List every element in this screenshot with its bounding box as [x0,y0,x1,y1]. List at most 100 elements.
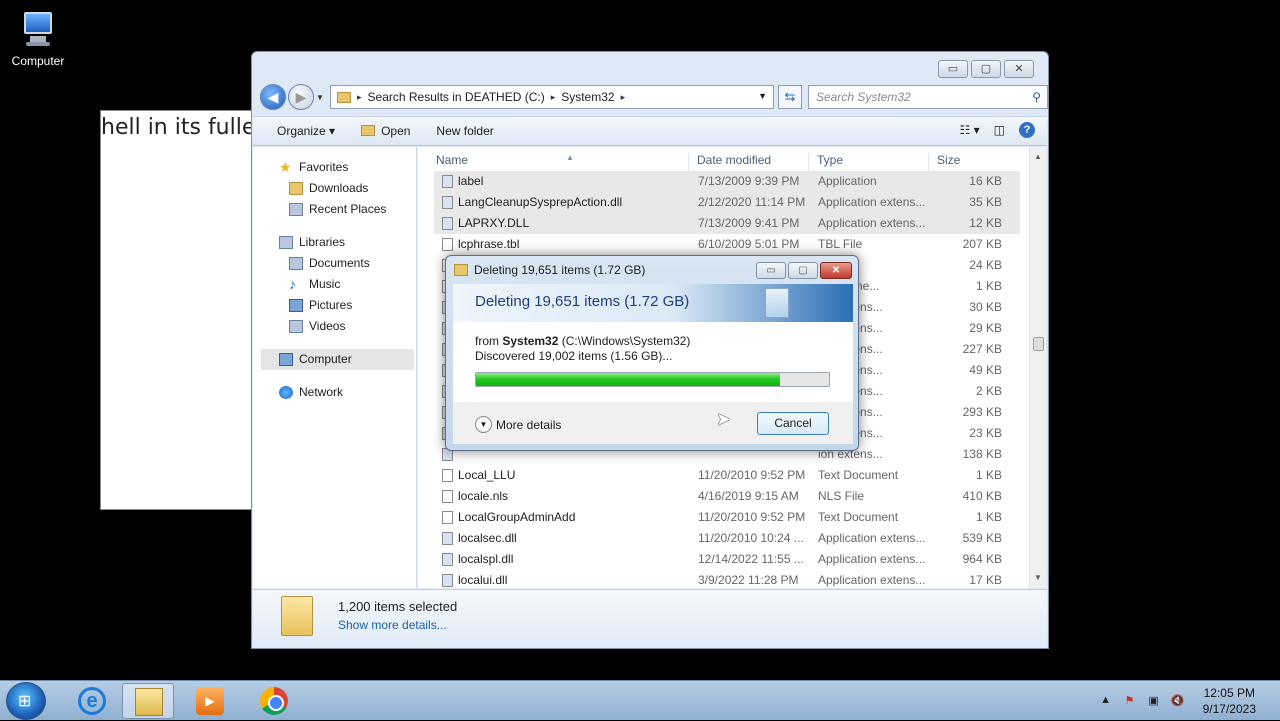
file-row[interactable]: label 7/13/2009 9:39 PM Application 16 KB [434,171,1020,192]
file-date: 2/12/2020 11:14 PM [698,195,806,209]
dialog-maximize-button[interactable]: ▢ [788,262,818,279]
organize-button[interactable]: Organize ▾ [277,124,335,138]
column-type[interactable]: Type [817,153,843,167]
action-center-icon[interactable]: ⚑ [1123,694,1137,708]
column-header: Name ▲ Date modified Type Size [430,153,1016,171]
clock[interactable]: 12:05 PM 9/17/2023 [1203,685,1256,717]
breadcrumb-search-results[interactable]: Search Results in DEATHED (C:) [368,90,545,104]
scroll-down-icon[interactable]: ▼ [1030,570,1046,586]
nav-computer[interactable]: Computer [261,349,414,370]
change-view-icon[interactable]: ☷ ▾ [960,123,980,137]
document-text: hell in its fulles [101,115,260,140]
file-size: 23 KB [969,426,1002,440]
nav-documents[interactable]: Documents [253,253,416,274]
file-row[interactable]: LocalGroupAdminAdd 11/20/2010 9:52 PM Text… [434,507,1020,528]
column-date-modified[interactable]: Date modified [697,153,771,167]
navigation-bar: ◀ ▶ ▼ ▸ Search Results in DEATHED (C:) ▸… [260,84,1048,110]
file-row[interactable]: LangCleanupSysprepAction.dll 2/12/2020 11… [434,192,1020,213]
scroll-up-icon[interactable]: ▲ [1030,149,1046,165]
nav-libraries[interactable]: Libraries [253,232,416,253]
breadcrumb-separator[interactable]: ▸ [621,92,626,103]
forward-button[interactable]: ▶ [288,84,314,110]
scroll-thumb[interactable] [1033,337,1044,351]
column-name[interactable]: Name [436,153,468,167]
videos-icon [289,320,303,333]
nav-downloads[interactable]: Downloads [253,178,416,199]
nav-recent-places[interactable]: Recent Places [253,199,416,220]
documents-icon [289,257,303,270]
dialog-minimize-button[interactable]: ▭ [756,262,786,279]
address-bar[interactable]: ▸ Search Results in DEATHED (C:) ▸ Syste… [330,85,774,109]
volume-muted-icon[interactable]: 🔇 [1171,694,1185,708]
network-icon [279,386,293,399]
file-name: label [458,174,484,188]
background-document-window[interactable]: hell in its fulles [100,110,260,510]
start-button[interactable]: ⊞ [6,682,46,720]
desktop-computer-icon[interactable]: Computer [8,8,68,68]
search-icon[interactable]: ⚲ [1032,86,1041,108]
navigation-pane: ★ Favorites Downloads Recent Places Libra… [253,147,417,588]
file-row[interactable]: LAPRXY.DLL 7/13/2009 9:41 PM Application e… [434,213,1020,234]
file-date: 7/13/2009 9:41 PM [698,216,800,230]
chrome-icon [260,687,288,715]
file-row[interactable]: localspl.dll 12/14/2022 11:55 ... Applicat… [434,549,1020,570]
cancel-button[interactable]: Cancel [757,412,829,435]
music-icon: ♪ [289,276,296,292]
file-row[interactable]: locale.nls 4/16/2019 9:15 AM NLS File 410 K… [434,486,1020,507]
address-dropdown-icon[interactable]: ▼ [758,91,767,101]
show-more-details-link[interactable]: Show more details... [338,618,447,632]
folder-icon [337,91,351,103]
breadcrumb-separator[interactable]: ▸ [357,92,362,103]
chevron-down-icon[interactable]: ▼ [475,416,492,433]
file-row[interactable]: lcphrase.tbl 6/10/2009 5:01 PM TBL File 207… [434,234,1020,255]
close-button[interactable]: ✕ [1004,60,1034,78]
file-row[interactable]: Local_LLU 11/20/2010 9:52 PM Text Document… [434,465,1020,486]
recent-pages-dropdown[interactable]: ▼ [316,93,324,102]
source-path: (C:\Windows\System32) [561,334,691,348]
nav-favorites[interactable]: ★ Favorites [253,157,416,178]
minimize-button[interactable]: ▭ [938,60,968,78]
preview-pane-icon[interactable]: ◫ [994,123,1005,137]
taskbar-chrome[interactable] [248,683,300,719]
vertical-scrollbar[interactable]: ▲ ▼ [1029,147,1046,588]
taskbar-internet-explorer[interactable]: e [66,683,118,719]
more-details-toggle[interactable]: ▼ More details [475,416,561,433]
new-folder-button[interactable]: New folder [436,124,493,138]
maximize-button[interactable]: ▢ [971,60,1001,78]
delete-progress-bar [475,372,830,387]
file-size: 12 KB [969,216,1002,230]
source-folder: System32 [502,334,559,348]
downloads-folder-icon [289,182,303,195]
help-icon[interactable]: ? [1019,122,1035,138]
column-size[interactable]: Size [937,153,960,167]
windows-explorer-icon [135,688,163,716]
file-icon [442,532,453,545]
open-button[interactable]: Open [361,124,410,138]
file-size: 16 KB [969,174,1002,188]
file-size: 29 KB [969,321,1002,335]
show-hidden-icons-icon[interactable]: ▲ [1099,694,1113,708]
desktop-icon-label: Computer [11,54,65,68]
taskbar-media-player[interactable]: ▶ [184,683,236,719]
file-type: TBL File [818,237,863,251]
file-row[interactable]: localui.dll 3/9/2022 11:28 PM Application … [434,570,1020,591]
nav-network[interactable]: Network [253,382,416,403]
breadcrumb-system32[interactable]: System32 [561,90,614,104]
dialog-body: from System32 (C:\Windows\System32) Disc… [453,322,853,402]
nav-music[interactable]: ♪ Music [253,274,416,295]
breadcrumb-separator[interactable]: ▸ [551,92,556,103]
taskbar-windows-explorer[interactable] [122,683,174,719]
dialog-close-button[interactable]: ✕ [820,262,852,279]
search-input[interactable]: Search System32 ⚲ [808,85,1048,109]
file-date: 4/16/2019 9:15 AM [698,489,799,503]
refresh-button[interactable]: ⇆ [778,85,802,109]
file-row[interactable]: localsec.dll 11/20/2010 10:24 ... Applicat… [434,528,1020,549]
file-size: 35 KB [969,195,1002,209]
nav-pictures[interactable]: Pictures [253,295,416,316]
file-date: 11/20/2010 9:52 PM [698,510,806,524]
nav-videos[interactable]: Videos [253,316,416,337]
back-button[interactable]: ◀ [260,84,286,110]
network-status-icon[interactable]: ▣ [1147,694,1161,708]
dialog-heading: Deleting 19,651 items (1.72 GB) [475,293,690,310]
computer-icon [279,353,293,366]
